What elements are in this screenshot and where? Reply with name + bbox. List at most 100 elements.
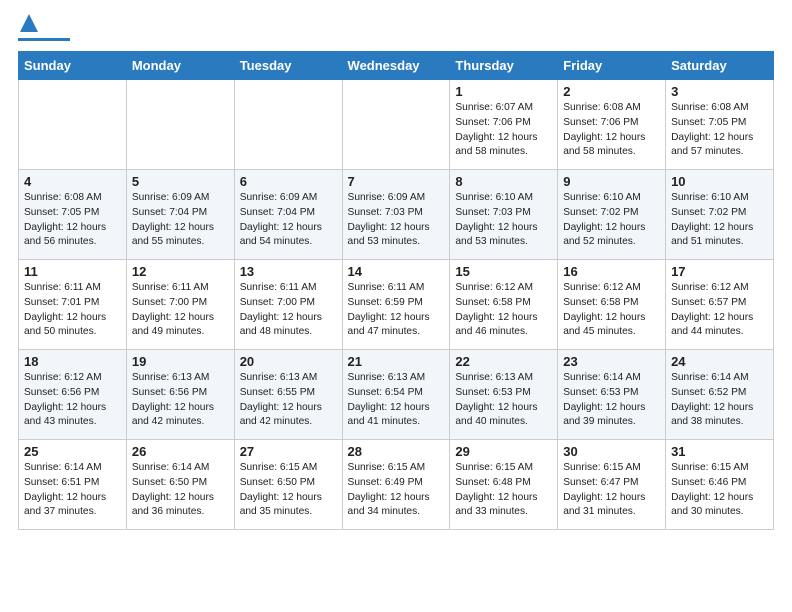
day-number: 11	[24, 264, 121, 279]
day-cell: 28 Sunrise: 6:15 AM Sunset: 6:49 PM Dayli…	[342, 440, 450, 530]
day-number: 20	[240, 354, 337, 369]
day-number: 15	[455, 264, 552, 279]
day-detail: Sunrise: 6:14 AM Sunset: 6:50 PM Dayligh…	[132, 461, 229, 520]
day-cell: 8 Sunrise: 6:10 AM Sunset: 7:03 PM Daylig…	[450, 170, 558, 260]
day-cell: 4 Sunrise: 6:08 AM Sunset: 7:05 PM Daylig…	[19, 170, 127, 260]
day-detail: Sunrise: 6:12 AM Sunset: 6:57 PM Dayligh…	[671, 281, 768, 340]
day-detail: Sunrise: 6:12 AM Sunset: 6:58 PM Dayligh…	[455, 281, 552, 340]
week-row-5: 25 Sunrise: 6:14 AM Sunset: 6:51 PM Dayli…	[19, 440, 774, 530]
calendar-table: SundayMondayTuesdayWednesdayThursdayFrid…	[18, 51, 774, 530]
day-detail: Sunrise: 6:15 AM Sunset: 6:49 PM Dayligh…	[348, 461, 445, 520]
day-cell: 30 Sunrise: 6:15 AM Sunset: 6:47 PM Dayli…	[558, 440, 666, 530]
day-cell: 27 Sunrise: 6:15 AM Sunset: 6:50 PM Dayli…	[234, 440, 342, 530]
day-number: 18	[24, 354, 121, 369]
day-detail: Sunrise: 6:13 AM Sunset: 6:55 PM Dayligh…	[240, 371, 337, 430]
day-detail: Sunrise: 6:09 AM Sunset: 7:04 PM Dayligh…	[240, 191, 337, 250]
day-number: 22	[455, 354, 552, 369]
day-number: 28	[348, 444, 445, 459]
day-number: 30	[563, 444, 660, 459]
day-number: 27	[240, 444, 337, 459]
day-detail: Sunrise: 6:13 AM Sunset: 6:56 PM Dayligh…	[132, 371, 229, 430]
day-number: 9	[563, 174, 660, 189]
header-row: SundayMondayTuesdayWednesdayThursdayFrid…	[19, 52, 774, 80]
day-cell: 12 Sunrise: 6:11 AM Sunset: 7:00 PM Dayli…	[126, 260, 234, 350]
day-number: 5	[132, 174, 229, 189]
day-cell: 24 Sunrise: 6:14 AM Sunset: 6:52 PM Dayli…	[666, 350, 774, 440]
day-cell: 29Sunrise: 6:15 AM Sunset: 6:48 PM Dayli…	[450, 440, 558, 530]
day-detail: Sunrise: 6:11 AM Sunset: 6:59 PM Dayligh…	[348, 281, 445, 340]
day-detail: Sunrise: 6:11 AM Sunset: 7:01 PM Dayligh…	[24, 281, 121, 340]
day-number: 4	[24, 174, 121, 189]
day-detail: Sunrise: 6:09 AM Sunset: 7:04 PM Dayligh…	[132, 191, 229, 250]
week-row-4: 18Sunrise: 6:12 AM Sunset: 6:56 PM Dayli…	[19, 350, 774, 440]
day-cell: 22Sunrise: 6:13 AM Sunset: 6:53 PM Dayli…	[450, 350, 558, 440]
day-cell: 13Sunrise: 6:11 AM Sunset: 7:00 PM Dayli…	[234, 260, 342, 350]
day-cell: 25 Sunrise: 6:14 AM Sunset: 6:51 PM Dayli…	[19, 440, 127, 530]
day-number: 10	[671, 174, 768, 189]
day-cell: 21Sunrise: 6:13 AM Sunset: 6:54 PM Dayli…	[342, 350, 450, 440]
day-detail: Sunrise: 6:08 AM Sunset: 7:06 PM Dayligh…	[563, 101, 660, 160]
day-number: 12	[132, 264, 229, 279]
day-detail: Sunrise: 6:15 AM Sunset: 6:46 PM Dayligh…	[671, 461, 768, 520]
day-cell	[126, 80, 234, 170]
logo-icon	[20, 14, 38, 36]
day-cell: 1Sunrise: 6:07 AM Sunset: 7:06 PM Daylig…	[450, 80, 558, 170]
header	[18, 18, 774, 41]
day-number: 16	[563, 264, 660, 279]
day-number: 26	[132, 444, 229, 459]
col-header-tuesday: Tuesday	[234, 52, 342, 80]
day-detail: Sunrise: 6:15 AM Sunset: 6:47 PM Dayligh…	[563, 461, 660, 520]
day-number: 3	[671, 84, 768, 99]
day-cell: 5 Sunrise: 6:09 AM Sunset: 7:04 PM Daylig…	[126, 170, 234, 260]
day-cell: 3 Sunrise: 6:08 AM Sunset: 7:05 PM Daylig…	[666, 80, 774, 170]
week-row-1: 1Sunrise: 6:07 AM Sunset: 7:06 PM Daylig…	[19, 80, 774, 170]
day-cell: 10 Sunrise: 6:10 AM Sunset: 7:02 PM Dayli…	[666, 170, 774, 260]
day-cell: 23Sunrise: 6:14 AM Sunset: 6:53 PM Dayli…	[558, 350, 666, 440]
day-detail: Sunrise: 6:08 AM Sunset: 7:05 PM Dayligh…	[24, 191, 121, 250]
day-cell: 19 Sunrise: 6:13 AM Sunset: 6:56 PM Dayli…	[126, 350, 234, 440]
week-row-2: 4 Sunrise: 6:08 AM Sunset: 7:05 PM Daylig…	[19, 170, 774, 260]
logo	[18, 18, 70, 41]
day-cell: 26 Sunrise: 6:14 AM Sunset: 6:50 PM Dayli…	[126, 440, 234, 530]
day-detail: Sunrise: 6:10 AM Sunset: 7:02 PM Dayligh…	[671, 191, 768, 250]
col-header-monday: Monday	[126, 52, 234, 80]
day-number: 7	[348, 174, 445, 189]
day-number: 13	[240, 264, 337, 279]
week-row-3: 11 Sunrise: 6:11 AM Sunset: 7:01 PM Dayli…	[19, 260, 774, 350]
day-cell: 11 Sunrise: 6:11 AM Sunset: 7:01 PM Dayli…	[19, 260, 127, 350]
day-cell: 6Sunrise: 6:09 AM Sunset: 7:04 PM Daylig…	[234, 170, 342, 260]
day-cell: 14Sunrise: 6:11 AM Sunset: 6:59 PM Dayli…	[342, 260, 450, 350]
col-header-saturday: Saturday	[666, 52, 774, 80]
day-cell: 31 Sunrise: 6:15 AM Sunset: 6:46 PM Dayli…	[666, 440, 774, 530]
day-detail: Sunrise: 6:08 AM Sunset: 7:05 PM Dayligh…	[671, 101, 768, 160]
day-detail: Sunrise: 6:14 AM Sunset: 6:51 PM Dayligh…	[24, 461, 121, 520]
day-detail: Sunrise: 6:10 AM Sunset: 7:02 PM Dayligh…	[563, 191, 660, 250]
day-number: 23	[563, 354, 660, 369]
day-detail: Sunrise: 6:11 AM Sunset: 7:00 PM Dayligh…	[132, 281, 229, 340]
day-number: 8	[455, 174, 552, 189]
day-cell: 7Sunrise: 6:09 AM Sunset: 7:03 PM Daylig…	[342, 170, 450, 260]
day-cell	[234, 80, 342, 170]
logo-underline	[18, 38, 70, 41]
day-detail: Sunrise: 6:14 AM Sunset: 6:52 PM Dayligh…	[671, 371, 768, 430]
col-header-wednesday: Wednesday	[342, 52, 450, 80]
day-number: 17	[671, 264, 768, 279]
col-header-sunday: Sunday	[19, 52, 127, 80]
col-header-friday: Friday	[558, 52, 666, 80]
day-detail: Sunrise: 6:13 AM Sunset: 6:54 PM Dayligh…	[348, 371, 445, 430]
day-number: 19	[132, 354, 229, 369]
day-cell	[19, 80, 127, 170]
day-detail: Sunrise: 6:10 AM Sunset: 7:03 PM Dayligh…	[455, 191, 552, 250]
day-cell	[342, 80, 450, 170]
day-detail: Sunrise: 6:12 AM Sunset: 6:58 PM Dayligh…	[563, 281, 660, 340]
day-cell: 2 Sunrise: 6:08 AM Sunset: 7:06 PM Daylig…	[558, 80, 666, 170]
day-cell: 17 Sunrise: 6:12 AM Sunset: 6:57 PM Dayli…	[666, 260, 774, 350]
calendar-page: SundayMondayTuesdayWednesdayThursdayFrid…	[0, 0, 792, 544]
day-number: 31	[671, 444, 768, 459]
day-detail: Sunrise: 6:15 AM Sunset: 6:50 PM Dayligh…	[240, 461, 337, 520]
day-number: 25	[24, 444, 121, 459]
day-number: 1	[455, 84, 552, 99]
day-cell: 15 Sunrise: 6:12 AM Sunset: 6:58 PM Dayli…	[450, 260, 558, 350]
day-number: 24	[671, 354, 768, 369]
day-number: 2	[563, 84, 660, 99]
